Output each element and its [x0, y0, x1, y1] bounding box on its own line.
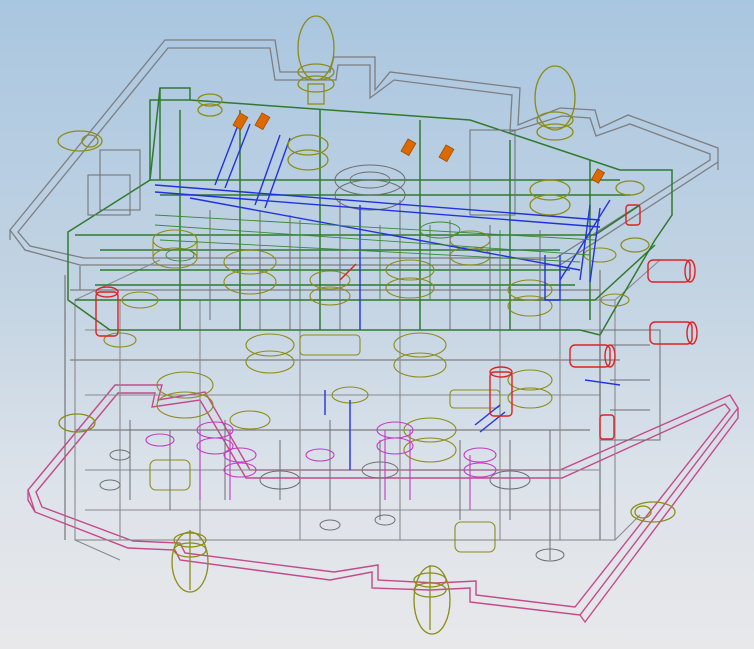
cavity-plate-frame: [67, 87, 673, 336]
eye-bolt-left: [57, 130, 103, 152]
eye-bolt-top-2: [534, 65, 576, 141]
eye-bolt-bottom-1: [171, 530, 209, 593]
mold-body-frame: [74, 259, 661, 561]
bottom-clamp-plate: [27, 384, 739, 624]
mold-assembly-wireframe: [9, 15, 739, 635]
cooling-channels: [154, 119, 621, 470]
eye-bolt-top-1: [297, 15, 335, 105]
ejector-bolts: [145, 421, 497, 510]
eye-bolt-bottom-2: [413, 565, 451, 635]
cad-3d-viewport[interactable]: [0, 0, 754, 649]
